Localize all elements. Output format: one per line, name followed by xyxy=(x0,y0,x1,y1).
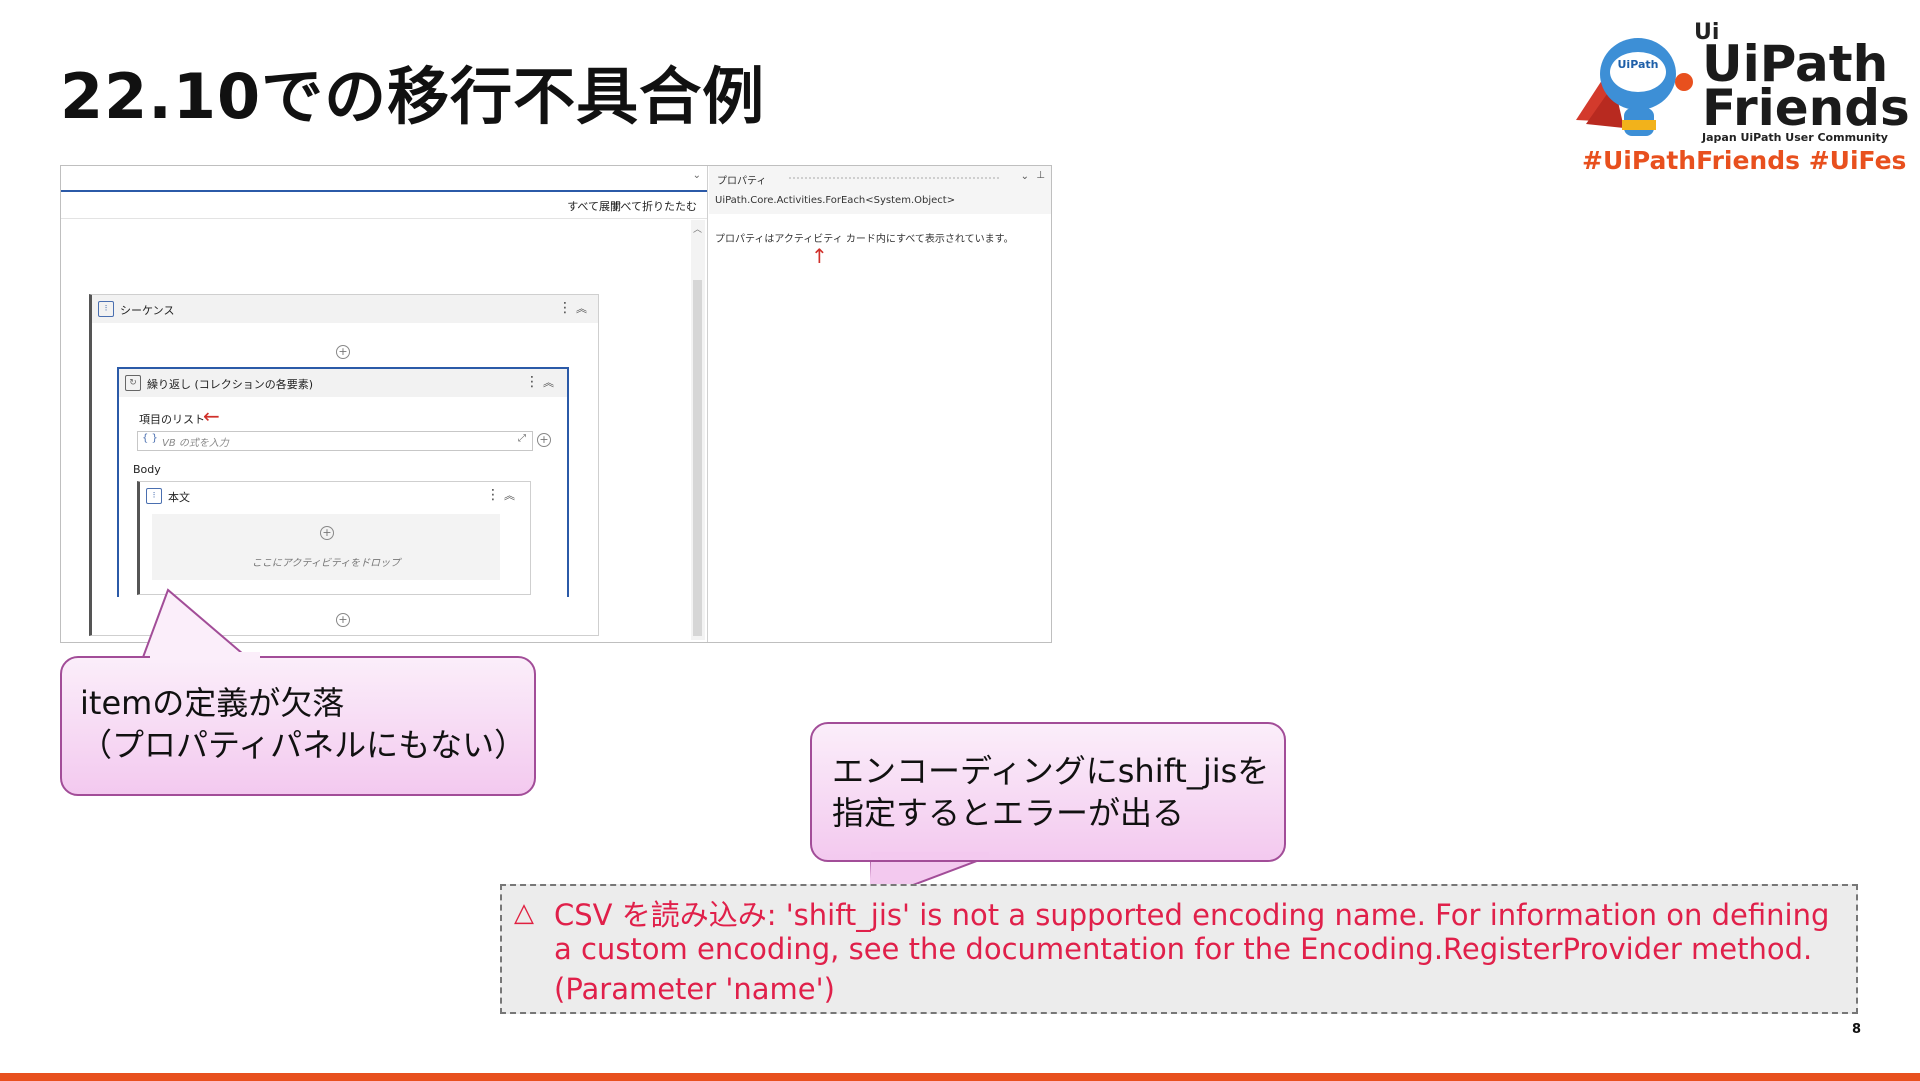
items-list-label: 項目のリスト xyxy=(139,413,205,426)
up-arrow-annotation-icon: ↑ xyxy=(811,244,828,268)
scroll-up-icon[interactable]: ︿ xyxy=(693,222,702,235)
error-line: (Parameter 'name') xyxy=(554,972,835,1006)
robot-mascot-icon xyxy=(1576,38,1693,136)
canvas-scrollbar[interactable]: ︿ xyxy=(691,220,705,640)
callout-line: エンコーディングにshift_jisを xyxy=(832,752,1270,790)
more-menu-icon[interactable]: ⋮ xyxy=(525,374,539,390)
properties-panel: プロパティ ⌄ ⊥ UiPath.Core.Activities.ForEach… xyxy=(709,166,1051,642)
logo-subtitle: Japan UiPath User Community xyxy=(1702,131,1888,144)
pin-icon[interactable]: ⊥ xyxy=(1036,170,1045,181)
collapse-icon[interactable]: ︽ xyxy=(504,487,515,503)
designer-screenshot: ⌄ すべて展開 すべて折りたたむ ︿ ⁝ シーケンス ⋮ ︽ + ↻ 繰り返し … xyxy=(60,165,1052,643)
collapse-icon[interactable]: ︽ xyxy=(576,300,587,316)
add-expression-icon[interactable]: + xyxy=(537,433,551,447)
encoding-callout: エンコーディングにshift_jisを 指定するとエラーが出る xyxy=(810,722,1286,862)
foreach-icon: ↻ xyxy=(125,375,141,391)
slide-title: 22.10での移行不具合例 xyxy=(60,60,766,133)
more-menu-icon[interactable]: ⋮ xyxy=(486,487,500,503)
body-activity[interactable]: ⁝ 本文 ⋮ ︽ + ここにアクティビティをドロップ xyxy=(137,481,531,595)
mascot-badge: UiPath xyxy=(1617,58,1659,71)
canvas-toolbar: すべて展開 すべて折りたたむ xyxy=(61,192,707,219)
items-list-input[interactable]: { } VB の式を入力 ⤢ xyxy=(137,431,533,451)
body-title: 本文 xyxy=(168,491,190,504)
callout-tail xyxy=(141,588,251,660)
callout-tail-joint xyxy=(150,652,260,658)
chevron-down-icon[interactable]: ⌄ xyxy=(693,170,701,181)
body-label: Body xyxy=(133,463,161,476)
add-activity-icon[interactable]: + xyxy=(336,345,350,359)
properties-type-bar: UiPath.Core.Activities.ForEach<System.Ob… xyxy=(709,190,1051,214)
left-arrow-annotation-icon: ← xyxy=(203,404,220,428)
sequence-icon: ⁝ xyxy=(98,301,114,317)
activity-drop-zone[interactable]: + ここにアクティビティをドロップ xyxy=(152,514,500,580)
more-menu-icon[interactable]: ⋮ xyxy=(558,300,572,316)
chevron-down-icon[interactable]: ⌄ xyxy=(1021,171,1029,182)
sequence-title: シーケンス xyxy=(120,304,175,317)
callout-line: （プロパティパネルにもない） xyxy=(80,726,527,764)
error-message-box: △ CSV を読み込み: 'shift_jis' is not a suppor… xyxy=(500,884,1858,1014)
expression-icon: { } xyxy=(142,433,158,444)
foreach-activity[interactable]: ↻ 繰り返し (コレクションの各要素) ⋮ ︽ 項目のリスト ← { } VB … xyxy=(117,367,569,597)
activity-type-name: UiPath.Core.Activities.ForEach<System.Ob… xyxy=(715,195,956,206)
vb-placeholder: VB の式を入力 xyxy=(162,438,229,449)
drop-hint: ここにアクティビティをドロップ xyxy=(251,558,401,569)
callout-line: 指定するとエラーが出る xyxy=(832,794,1185,832)
canvas-topbar: ⌄ xyxy=(61,166,707,192)
callout-text: itemの定義が欠落 （プロパティパネルにもない） xyxy=(80,682,526,766)
properties-message: プロパティはアクティビティ カード内にすべて表示されています。 xyxy=(715,234,1014,245)
scrollbar-thumb[interactable] xyxy=(693,280,702,636)
expand-editor-icon[interactable]: ⤢ xyxy=(518,433,526,444)
page-number: 8 xyxy=(1852,1022,1862,1037)
hashtags: #UiPathFriends #UiFes xyxy=(1582,146,1907,175)
add-activity-icon[interactable]: + xyxy=(336,613,350,627)
collapse-icon[interactable]: ︽ xyxy=(543,374,554,390)
header-grip xyxy=(789,177,999,179)
collapse-all-button[interactable]: すべて折りたたむ xyxy=(610,198,697,214)
foreach-header: ↻ 繰り返し (コレクションの各要素) ⋮ ︽ xyxy=(119,369,567,397)
body-header: ⁝ 本文 ⋮ ︽ xyxy=(140,482,530,510)
add-activity-icon[interactable]: + xyxy=(320,526,334,540)
properties-title: プロパティ xyxy=(717,176,767,187)
callout-tail-joint xyxy=(871,852,989,858)
error-line: a custom encoding, see the documentation… xyxy=(554,932,1813,966)
missing-item-callout: itemの定義が欠落 （プロパティパネルにもない） xyxy=(60,656,536,796)
warning-icon: △ xyxy=(514,898,534,928)
workflow-canvas: ⌄ すべて展開 すべて折りたたむ ︿ ⁝ シーケンス ⋮ ︽ + ↻ 繰り返し … xyxy=(61,166,708,642)
foreach-title: 繰り返し (コレクションの各要素) xyxy=(147,378,314,391)
callout-text: エンコーディングにshift_jisを 指定するとエラーが出る xyxy=(832,750,1269,834)
sequence-icon: ⁝ xyxy=(146,488,162,504)
properties-header: プロパティ ⌄ ⊥ xyxy=(709,166,1051,191)
error-line: CSV を読み込み: 'shift_jis' is not a supporte… xyxy=(554,898,1830,932)
footer-accent-bar xyxy=(0,1073,1920,1081)
logo-word-friends: Friends xyxy=(1702,79,1910,137)
callout-line: itemの定義が欠落 xyxy=(80,684,345,722)
sequence-header: ⁝ シーケンス ⋮ ︽ xyxy=(92,295,598,323)
